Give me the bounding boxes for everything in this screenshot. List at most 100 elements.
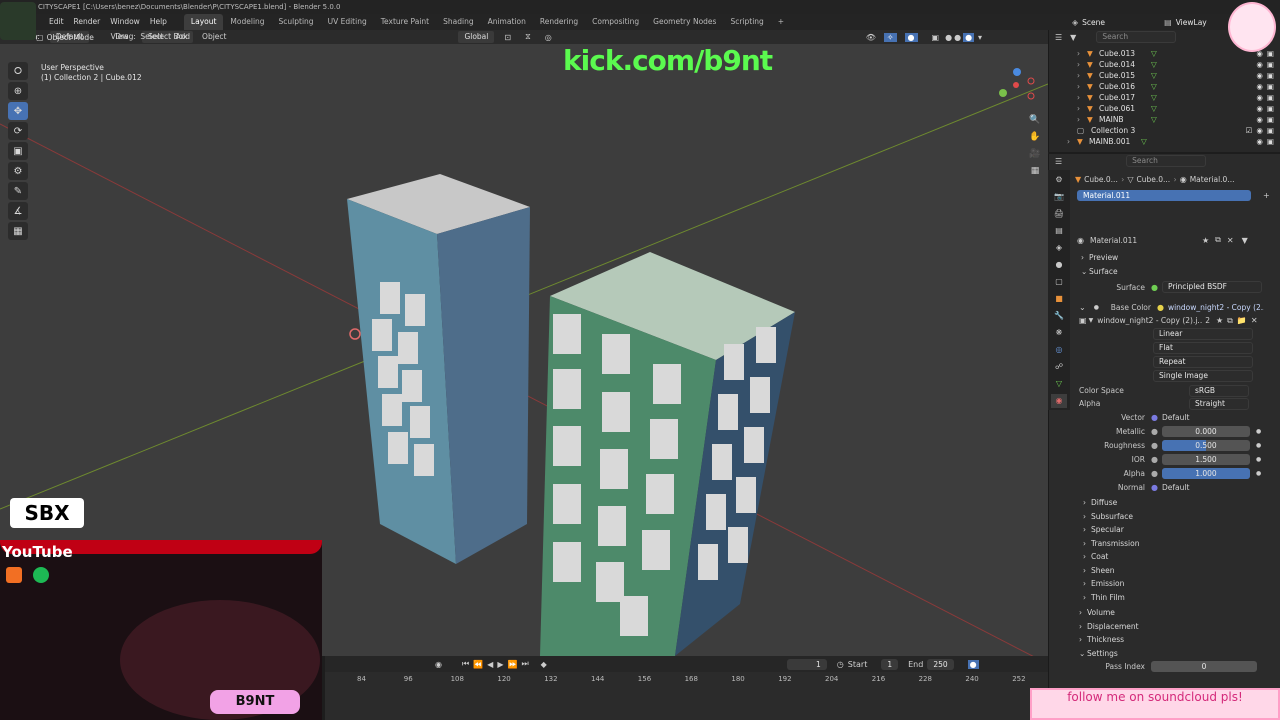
camera-restrict-icon[interactable]: ▣ [1267,48,1274,59]
ortho-icon[interactable]: ▦ [1028,163,1042,180]
roughness-slider[interactable]: 0.500 [1161,439,1250,451]
object-tab-icon[interactable]: ■ [1051,292,1067,306]
tab-geometry-nodes[interactable]: Geometry Nodes [646,14,723,30]
data-tab-icon[interactable]: ▽ [1051,377,1067,391]
object-menu[interactable]: Object [196,30,232,44]
eye-icon[interactable]: ◉ [1256,103,1263,114]
outliner-item[interactable]: › ▼ Cube.015 ▽ ◉ ▣ [1049,70,1280,81]
timeline-options-icon[interactable]: ● [967,659,979,669]
unlink-icon[interactable]: ✕ [1227,236,1234,245]
keyframe-dot-icon[interactable]: ● [1256,456,1261,463]
tab-scripting[interactable]: Scripting [723,14,770,30]
chevron-down-icon[interactable]: ⌄ [1079,303,1086,312]
scene-selector[interactable]: ◈ Scene ▤ ViewLay [1072,15,1207,29]
xray-icon[interactable]: ▣ [932,33,940,42]
outliner-item[interactable]: › ▼ MAINB ▽ ◉ ▣ [1049,114,1280,125]
duplicate-icon[interactable]: ⧉ [1227,316,1233,326]
scene-tab-icon[interactable]: ◈ [1051,241,1067,255]
eye-icon[interactable]: ◉ [1256,59,1263,70]
measure-tool-icon[interactable]: ∡ [8,202,28,220]
eye-icon[interactable]: ◉ [1256,114,1263,125]
fake-user-icon[interactable]: ★ [1216,316,1223,325]
extension-dropdown[interactable]: Repeat [1153,356,1253,368]
outliner-item[interactable]: › ▼ Cube.014 ▽ ◉ ▣ [1049,59,1280,70]
tab-texture-paint[interactable]: Texture Paint [374,14,436,30]
source-dropdown[interactable]: Single Image [1153,370,1253,382]
select-tool-icon[interactable]: ⭘ [8,62,28,80]
settings-panel[interactable]: ⌄ Settings [1079,647,1280,661]
tab-shading[interactable]: Shading [436,14,480,30]
coat-panel[interactable]: › Coat [1083,550,1280,564]
overlay-icon[interactable]: ● [904,32,918,42]
shading-options-icon[interactable]: ▾ [978,33,982,42]
move-tool-icon[interactable]: ✥ [8,102,28,120]
outliner-item[interactable]: › ▼ MAINB.001 ▽ ◉ ▣ [1049,136,1280,147]
camera-restrict-icon[interactable]: ▣ [1267,103,1274,114]
current-frame-field[interactable]: 1 [786,658,827,670]
eye-icon[interactable]: ◉ [1256,70,1263,81]
tab-rendering[interactable]: Rendering [533,14,585,30]
render-tab-icon[interactable]: 📷 [1051,190,1067,204]
view-menu[interactable]: View [105,30,135,44]
properties-search[interactable]: Search [1126,155,1207,167]
next-key-icon[interactable]: ⏩ [507,660,517,669]
checkbox-icon[interactable]: ☑ [1246,125,1253,136]
keying-icon[interactable]: ◆ [541,660,547,669]
tab-layout[interactable]: Layout [183,14,224,30]
shading-rendered-icon[interactable]: ● [963,32,975,42]
eye-icon[interactable]: ◉ [1256,136,1263,147]
keyframe-dot-icon[interactable]: ● [1256,442,1261,449]
start-frame-field[interactable]: 1 [881,658,899,670]
camera-restrict-icon[interactable]: ▣ [1267,59,1274,70]
thin-film-panel[interactable]: › Thin Film [1083,591,1280,605]
volume-panel[interactable]: › Volume [1079,606,1280,620]
zoom-icon[interactable]: 🔍 [1028,112,1042,129]
eye-icon[interactable]: ◉ [1256,92,1263,103]
record-icon[interactable]: ◉ [435,660,442,669]
menu-render[interactable]: Render [69,14,106,30]
keyframe-dot-icon[interactable]: ● [1256,470,1261,477]
material-browse-icon[interactable]: ◉ [1077,236,1084,245]
mode-dropdown[interactable]: Object Mode [47,33,105,42]
add-slot-icon[interactable]: + [1263,191,1270,200]
unlink-icon[interactable]: ✕ [1251,316,1258,325]
eye-icon[interactable]: ◉ [1256,125,1263,136]
world-tab-icon[interactable]: ● [1051,258,1067,272]
diffuse-panel[interactable]: › Diffuse [1083,496,1280,510]
tab-sculpting[interactable]: Sculpting [272,14,321,30]
surface-panel[interactable]: ⌄ Surface [1081,265,1280,279]
select-menu[interactable]: Select [134,30,169,44]
end-frame-field[interactable]: 250 [927,658,954,670]
add-menu[interactable]: Add [170,30,197,44]
annotate-tool-icon[interactable]: ✎ [8,182,28,200]
projection-dropdown[interactable]: Flat [1153,342,1253,354]
jump-start-icon[interactable]: ⏮ [462,659,469,669]
proportional-icon[interactable]: ◎ [545,33,552,42]
output-tab-icon[interactable]: 🖨 [1051,207,1067,221]
duplicate-icon[interactable]: ⧉ [1215,235,1221,245]
outliner-search[interactable]: Search [1096,31,1177,43]
pass-index-field[interactable]: 0 [1151,660,1257,672]
rotate-tool-icon[interactable]: ⟳ [8,122,28,140]
sheen-panel[interactable]: › Sheen [1083,564,1280,578]
pivot-icon[interactable]: ⊡ [504,33,511,42]
visibility-icon[interactable]: 👁 [866,33,876,42]
color-space-dropdown[interactable]: sRGB [1189,384,1249,397]
menu-edit[interactable]: Edit [44,14,69,30]
modifier-tab-icon[interactable]: 🔧 [1051,309,1067,323]
outliner-item[interactable]: › ▼ Cube.061 ▽ ◉ ▣ [1049,103,1280,114]
constraints-tab-icon[interactable]: ☍ [1051,360,1067,374]
gizmo-icon[interactable]: ✧ [883,32,897,42]
view-layer-tab-icon[interactable]: ▤ [1051,224,1067,238]
transform-tool-icon[interactable]: ⚙ [8,162,28,180]
subsurface-panel[interactable]: › Subsurface [1083,510,1280,524]
play-icon[interactable]: ▶ [497,660,503,669]
emission-panel[interactable]: › Emission [1083,577,1280,591]
camera-restrict-icon[interactable]: ▣ [1267,92,1274,103]
physics-tab-icon[interactable]: ◎ [1051,343,1067,357]
tool-tab-icon[interactable]: ⚙ [1051,173,1067,187]
scale-tool-icon[interactable]: ▣ [8,142,28,160]
pan-icon[interactable]: ✋ [1028,129,1042,146]
material-tab-icon[interactable]: ◉ [1051,394,1067,408]
properties-editor-icon[interactable]: ☰ [1055,157,1062,166]
